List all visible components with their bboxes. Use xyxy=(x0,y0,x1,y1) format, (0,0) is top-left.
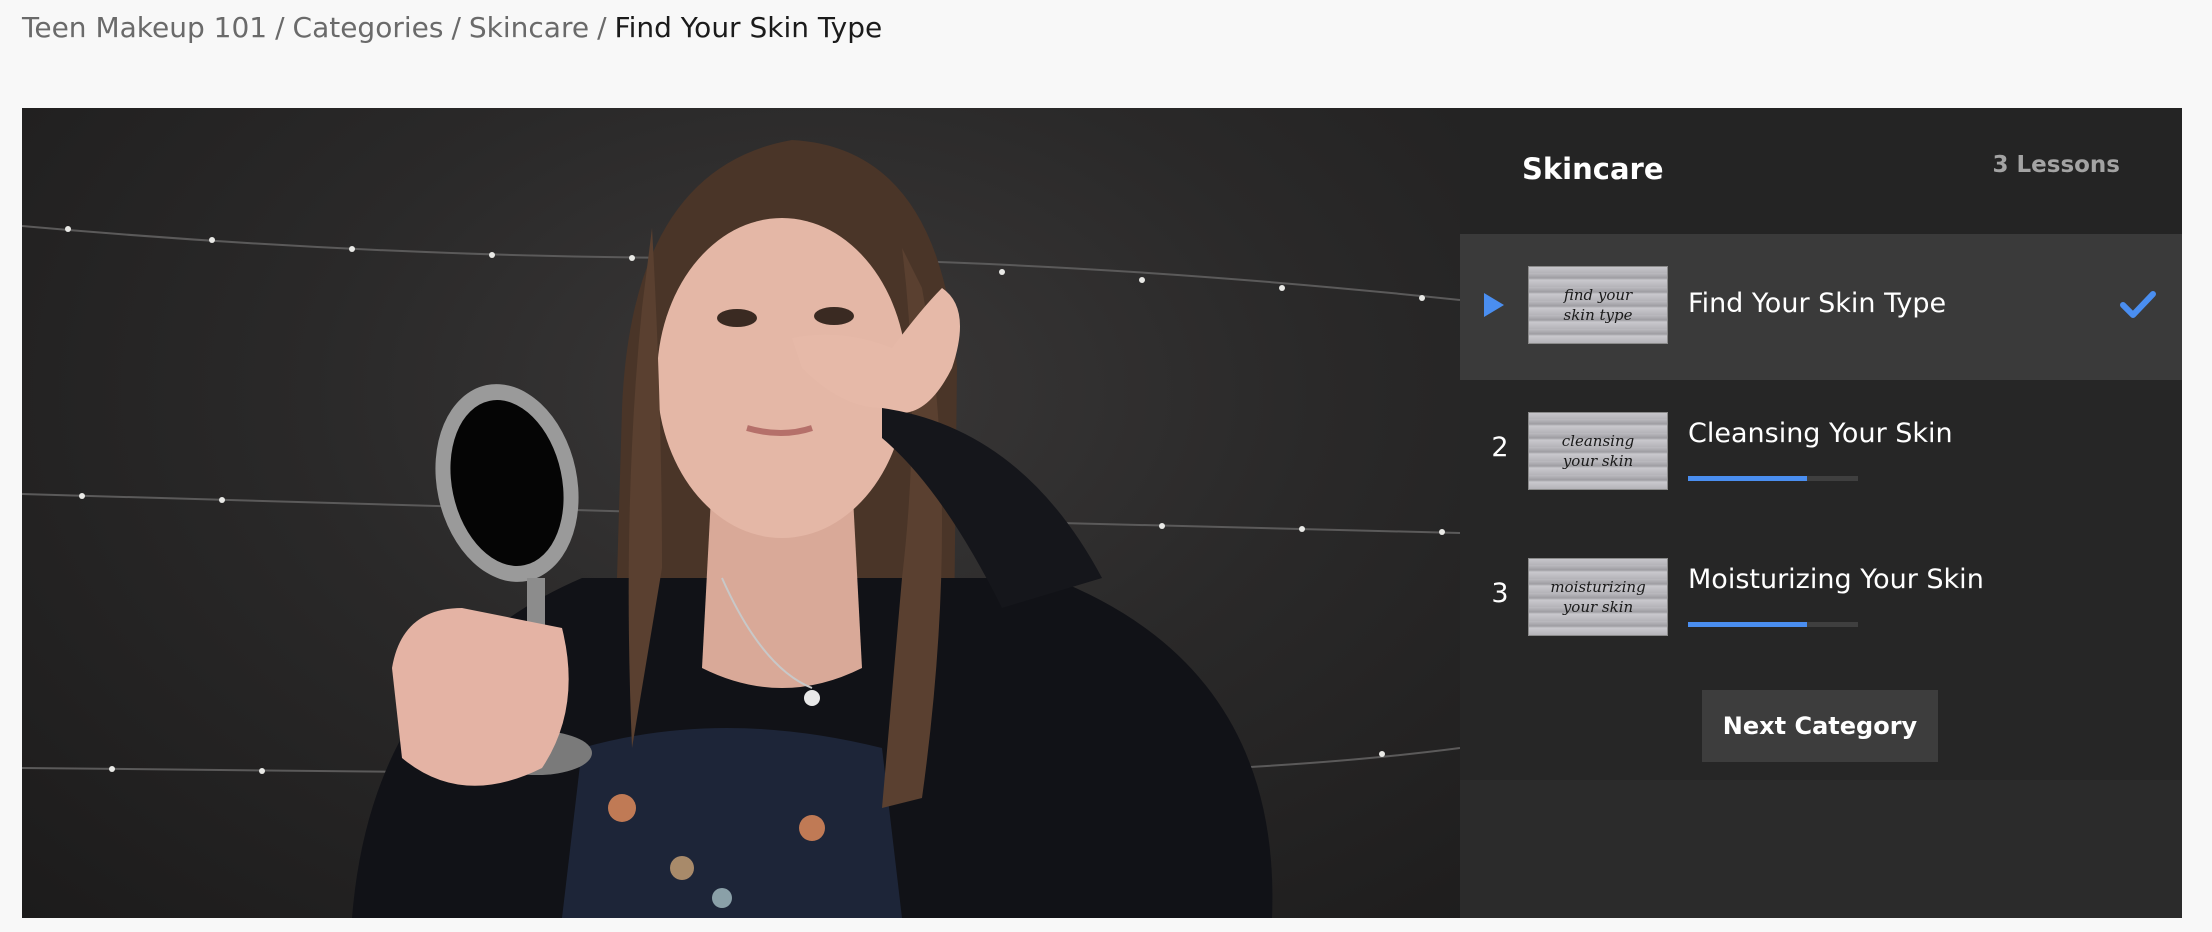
lesson-title: Moisturizing Your Skin xyxy=(1688,564,1984,595)
lesson-title: Cleansing Your Skin xyxy=(1688,418,1953,449)
lesson-sidebar: Skincare 3 Lessons find your skin type F… xyxy=(1460,108,2182,918)
lesson-thumbnail: find your skin type xyxy=(1528,266,1668,344)
breadcrumb-separator: / xyxy=(451,11,461,44)
thumbnail-text-line: moisturizing xyxy=(1550,578,1646,596)
breadcrumb-link-course[interactable]: Teen Makeup 101 xyxy=(22,11,267,44)
breadcrumb-separator: / xyxy=(275,11,285,44)
breadcrumb-link-categories[interactable]: Categories xyxy=(293,11,444,44)
presenter-video-frame xyxy=(352,140,1273,918)
video-player[interactable] xyxy=(22,108,1460,918)
progress-fill xyxy=(1688,622,1807,627)
breadcrumb-current: Find Your Skin Type xyxy=(614,11,883,44)
breadcrumb: Teen Makeup 101/Categories / Skincare / Find… xyxy=(22,8,882,48)
checkmark-icon xyxy=(2120,291,2156,318)
play-icon xyxy=(1484,293,1504,317)
thumbnail-text-line: find your xyxy=(1563,286,1633,304)
lesson-number: 3 xyxy=(1491,578,1509,609)
lesson-player: Skincare 3 Lessons find your skin type F… xyxy=(22,108,2182,918)
next-category-button[interactable]: Next Category xyxy=(1702,690,1938,762)
thumbnail-text-line: skin type xyxy=(1563,306,1633,324)
sidebar-header: Skincare 3 Lessons xyxy=(1460,108,2182,234)
thumbnail-text-line: your skin xyxy=(1562,452,1634,470)
lesson-number: 2 xyxy=(1491,432,1509,463)
thumbnail-text-line: cleansing xyxy=(1561,432,1635,450)
lesson-thumbnail: moisturizing your skin xyxy=(1528,558,1668,636)
lesson-item-cleansing-your-skin[interactable]: 2 cleansing your skin Cleansing Your Ski… xyxy=(1460,380,2182,526)
lesson-item-find-your-skin-type[interactable]: find your skin type Find Your Skin Type xyxy=(1460,234,2182,380)
lesson-progress-bar xyxy=(1688,476,1858,481)
lesson-thumbnail: cleansing your skin xyxy=(1528,412,1668,490)
lesson-item-moisturizing-your-skin[interactable]: 3 moisturizing your skin Moisturizing Yo… xyxy=(1460,526,2182,672)
progress-fill xyxy=(1688,476,1807,481)
lesson-progress-bar xyxy=(1688,622,1858,627)
lesson-list-panel: Skincare 3 Lessons find your skin type F… xyxy=(1460,108,2182,780)
breadcrumb-separator: / xyxy=(597,11,607,44)
thumbnail-text-line: your skin xyxy=(1562,598,1634,616)
breadcrumb-link-skincare[interactable]: Skincare xyxy=(469,11,589,44)
lesson-title: Find Your Skin Type xyxy=(1688,288,1947,319)
category-title: Skincare xyxy=(1522,152,1664,186)
lesson-count: 3 Lessons xyxy=(1992,152,2120,178)
